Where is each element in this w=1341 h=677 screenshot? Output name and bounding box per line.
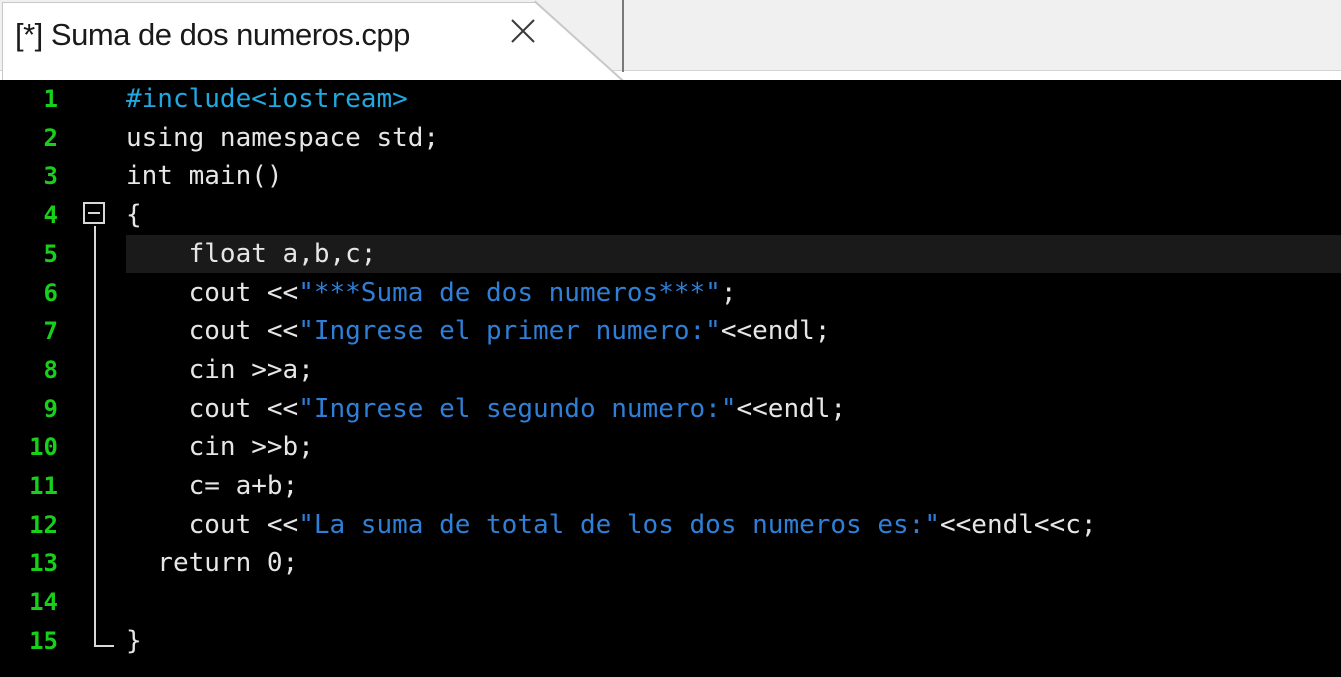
line-number: 10 [29, 433, 58, 462]
line-number: 15 [29, 626, 58, 655]
code-editor[interactable]: 1 2 3 4 5 6 7 8 9 10 11 12 13 14 15 #include<iostream>… [0, 80, 1341, 677]
code-line[interactable]: #include<iostream> [126, 80, 408, 119]
code-token: cin >>b; [126, 432, 314, 463]
line-number: 3 [43, 162, 58, 191]
tab-title[interactable]: [*] Suma de dos numeros.cpp [15, 17, 410, 53]
code-line[interactable]: { [126, 196, 142, 235]
code-token: cout << [126, 316, 299, 347]
code-line[interactable]: using namespace std; [126, 119, 439, 158]
string-literal: "***Suma de dos numeros***" [298, 277, 721, 308]
code-token: cout << [126, 277, 299, 308]
code-token: return 0; [126, 548, 299, 579]
line-number: 1 [43, 85, 58, 113]
line-number: 9 [43, 394, 58, 423]
code-line[interactable]: cin >>b; [126, 428, 314, 467]
code-token: <<endl; [720, 316, 831, 347]
line-number-gutter: 1 2 3 4 5 6 7 8 9 10 11 12 13 14 15 [0, 80, 120, 677]
fold-guide-line [94, 226, 96, 646]
collapse-minus-icon[interactable] [83, 202, 105, 224]
string-literal: "Ingrese el segundo numero:" [298, 393, 737, 424]
line-number: 7 [43, 317, 58, 346]
code-token: { [126, 200, 142, 231]
code-line[interactable]: float a,b,c; [126, 235, 377, 274]
line-number: 6 [43, 278, 58, 307]
close-icon[interactable] [506, 14, 540, 48]
code-token: using namespace std; [126, 122, 440, 153]
code-token: <<endl; [736, 393, 847, 424]
tab-divider [622, 0, 624, 72]
code-token: float a,b,c; [126, 238, 377, 269]
string-literal: "Ingrese el primer numero:" [298, 316, 721, 347]
line-number: 8 [43, 355, 58, 384]
code-token: ; [720, 277, 737, 308]
code-area[interactable]: #include<iostream> using namespace std; in… [120, 80, 1341, 677]
line-number: 4 [43, 201, 58, 230]
code-token: <<endl<<c; [939, 509, 1097, 540]
code-line[interactable]: int main() [126, 157, 283, 196]
line-number: 12 [29, 510, 58, 539]
code-line[interactable]: cin >>a; [126, 351, 314, 390]
line-number: 14 [29, 588, 58, 617]
string-literal: "La suma de total de los dos numeros es:… [298, 509, 940, 540]
code-token: cout << [126, 393, 299, 424]
line-number: 5 [43, 239, 58, 268]
code-line[interactable]: cout <<"Ingrese el primer numero:"<<endl… [126, 312, 831, 351]
code-token: cout << [126, 509, 299, 540]
tab-bar: [*] Suma de dos numeros.cpp [0, 0, 1341, 82]
preprocessor-directive: #include<iostream> [126, 84, 408, 114]
code-token: cin >>a; [126, 354, 314, 385]
code-line[interactable]: cout <<"***Suma de dos numeros***"; [126, 274, 737, 313]
line-number: 11 [29, 472, 58, 500]
code-line[interactable]: cout <<"Ingrese el segundo numero:"<<end… [126, 390, 846, 429]
code-token: } [126, 625, 142, 656]
code-line[interactable]: return 0; [126, 544, 298, 583]
line-number: 13 [29, 549, 58, 578]
line-number: 2 [43, 123, 58, 152]
code-line[interactable]: c= a+b; [126, 467, 299, 506]
code-token: c= a+b; [126, 471, 299, 501]
code-line[interactable]: cout <<"La suma de total de los dos nume… [126, 506, 1097, 545]
code-token: int main() [126, 161, 283, 192]
code-line[interactable]: } [126, 622, 142, 661]
fold-guide-end [94, 645, 114, 647]
